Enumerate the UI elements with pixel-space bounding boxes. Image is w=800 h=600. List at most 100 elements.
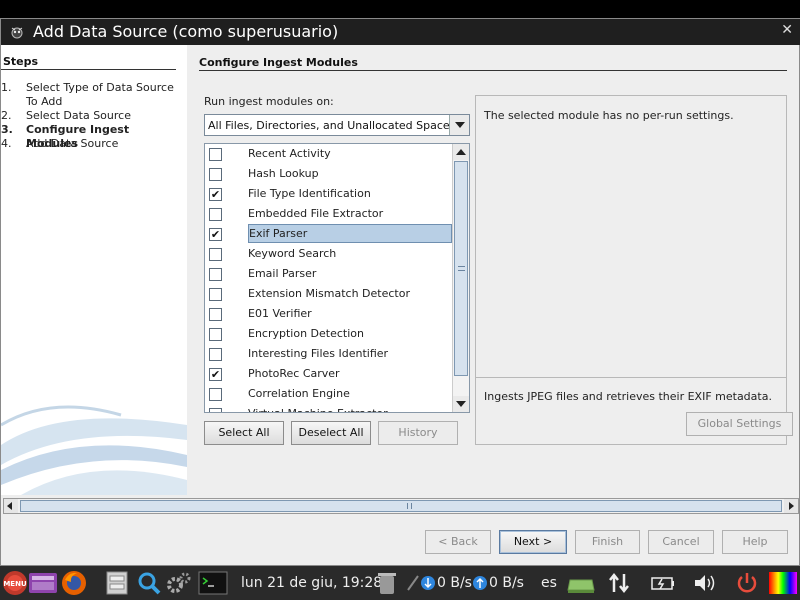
cancel-button[interactable]: Cancel xyxy=(648,530,714,554)
module-name: Embedded File Extractor xyxy=(248,207,384,220)
module-checkbox[interactable] xyxy=(209,308,222,321)
scroll-left-arrow-icon[interactable] xyxy=(4,499,18,513)
step-label: Select Type of Data Source To Add xyxy=(26,81,174,108)
module-row[interactable]: Recent Activity xyxy=(205,144,453,164)
terminal-icon[interactable] xyxy=(198,570,228,596)
module-name: Keyword Search xyxy=(248,247,337,260)
dropdown-selected-value: All Files, Directories, and Unallocated … xyxy=(208,119,450,132)
module-checkbox[interactable] xyxy=(209,408,222,412)
global-settings-button[interactable]: Global Settings xyxy=(686,412,793,436)
module-row[interactable]: Virtual Machine Extractor xyxy=(205,404,453,412)
module-checkbox[interactable] xyxy=(209,288,222,301)
checkmark-icon: ✔ xyxy=(210,188,221,201)
window-title: Add Data Source (como superusuario) xyxy=(33,22,339,41)
step-number: 2. xyxy=(1,109,12,122)
horizontal-scrollbar-thumb[interactable] xyxy=(20,500,782,512)
sync-arrows-icon[interactable] xyxy=(606,570,632,596)
module-name: File Type Identification xyxy=(248,187,371,200)
settings-divider xyxy=(476,377,786,378)
volume-icon[interactable] xyxy=(692,570,718,596)
module-row[interactable]: ✔ Exif Parser xyxy=(205,224,453,244)
upload-speed: 0 B/s xyxy=(489,575,524,591)
power-icon[interactable] xyxy=(734,570,760,596)
grip-icon xyxy=(458,266,465,271)
settings-gears-icon[interactable] xyxy=(166,570,192,596)
module-row[interactable]: Hash Lookup xyxy=(205,164,453,184)
module-checkbox[interactable] xyxy=(209,388,222,401)
modules-vertical-scrollbar[interactable] xyxy=(452,144,469,412)
help-button[interactable]: Help xyxy=(722,530,788,554)
module-name: Virtual Machine Extractor xyxy=(248,404,452,412)
color-palette-icon[interactable] xyxy=(768,570,798,596)
module-settings-panel: The selected module has no per-run setti… xyxy=(475,95,793,445)
module-name: E01 Verifier xyxy=(248,307,312,320)
module-row[interactable]: Correlation Engine xyxy=(205,384,453,404)
back-button[interactable]: < Back xyxy=(425,530,491,554)
module-checkbox[interactable]: ✔ xyxy=(209,188,222,201)
battery-icon[interactable] xyxy=(650,570,676,596)
module-checkbox[interactable] xyxy=(209,268,222,281)
checkmark-icon: ✔ xyxy=(210,368,221,381)
module-row[interactable]: Email Parser xyxy=(205,264,453,284)
horizontal-scrollbar[interactable] xyxy=(3,498,799,514)
module-row[interactable]: Encryption Detection xyxy=(205,324,453,344)
module-name: Interesting Files Identifier xyxy=(248,347,389,360)
module-row[interactable]: Embedded File Extractor xyxy=(205,204,453,224)
drive-icon[interactable] xyxy=(566,570,596,596)
run-ingest-dropdown[interactable]: All Files, Directories, and Unallocated … xyxy=(204,114,470,136)
download-speed: 0 B/s xyxy=(437,575,472,591)
module-checkbox[interactable] xyxy=(209,328,222,341)
module-name: Email Parser xyxy=(248,267,317,280)
module-name: Hash Lookup xyxy=(248,167,319,180)
download-arrow-icon xyxy=(421,576,435,590)
file-manager-icon[interactable] xyxy=(28,570,58,596)
module-checkbox[interactable] xyxy=(209,168,222,181)
keyboard-language[interactable]: es xyxy=(541,575,557,591)
run-ingest-label: Run ingest modules on: xyxy=(204,95,334,108)
grip-icon xyxy=(407,503,412,509)
scrollbar-thumb[interactable] xyxy=(454,161,468,376)
steps-header: Steps xyxy=(3,55,39,68)
decorative-swirl-graphic xyxy=(1,405,187,495)
module-checkbox[interactable] xyxy=(209,248,222,261)
firefox-icon[interactable] xyxy=(61,570,87,596)
step-label: Add Data Source xyxy=(26,137,119,150)
select-all-button[interactable]: Select All xyxy=(204,421,284,445)
upload-arrow-icon xyxy=(473,576,487,590)
module-checkbox[interactable] xyxy=(209,348,222,361)
module-row[interactable]: ✔ File Type Identification xyxy=(205,184,453,204)
trash-icon[interactable] xyxy=(374,570,400,596)
scroll-up-arrow-icon[interactable] xyxy=(453,144,469,160)
clock[interactable]: lun 21 de giu, 19:28 xyxy=(241,575,382,591)
module-name: Encryption Detection xyxy=(248,327,364,340)
module-checkbox[interactable]: ✔ xyxy=(209,228,222,241)
step-number: 3. xyxy=(1,123,13,136)
finish-button[interactable]: Finish xyxy=(575,530,640,554)
module-row[interactable]: Keyword Search xyxy=(205,244,453,264)
title-bar[interactable]: Add Data Source (como superusuario) ✕ xyxy=(1,19,800,45)
scroll-down-arrow-icon[interactable] xyxy=(453,396,469,412)
module-row[interactable]: Interesting Files Identifier xyxy=(205,344,453,364)
history-button[interactable]: History xyxy=(378,421,458,445)
deselect-all-button[interactable]: Deselect All xyxy=(291,421,371,445)
module-name: Exif Parser xyxy=(248,224,452,243)
steps-divider xyxy=(1,69,176,70)
search-icon[interactable] xyxy=(136,570,162,596)
ingest-modules-list[interactable]: Recent Activity Hash Lookup ✔ File Type Ide… xyxy=(204,143,470,413)
module-row[interactable]: ✔ PhotoRec Carver xyxy=(205,364,453,384)
module-row[interactable]: Extension Mismatch Detector xyxy=(205,284,453,304)
next-button[interactable]: Next > xyxy=(499,530,567,554)
module-checkbox[interactable] xyxy=(209,208,222,221)
menu-icon[interactable]: MENU xyxy=(2,570,28,596)
close-icon[interactable]: ✕ xyxy=(781,22,793,38)
files-cabinet-icon[interactable] xyxy=(104,570,130,596)
menu-label: MENU xyxy=(3,580,27,588)
module-checkbox[interactable]: ✔ xyxy=(209,368,222,381)
steps-panel: Steps 1. Select Type of Data Source To A… xyxy=(1,45,187,495)
module-checkbox[interactable] xyxy=(209,148,222,161)
desktop-top-strip xyxy=(0,0,800,18)
scroll-right-arrow-icon[interactable] xyxy=(784,499,798,513)
settings-message: The selected module has no per-run setti… xyxy=(484,109,734,122)
chevron-down-icon[interactable] xyxy=(449,115,469,135)
module-row[interactable]: E01 Verifier xyxy=(205,304,453,324)
